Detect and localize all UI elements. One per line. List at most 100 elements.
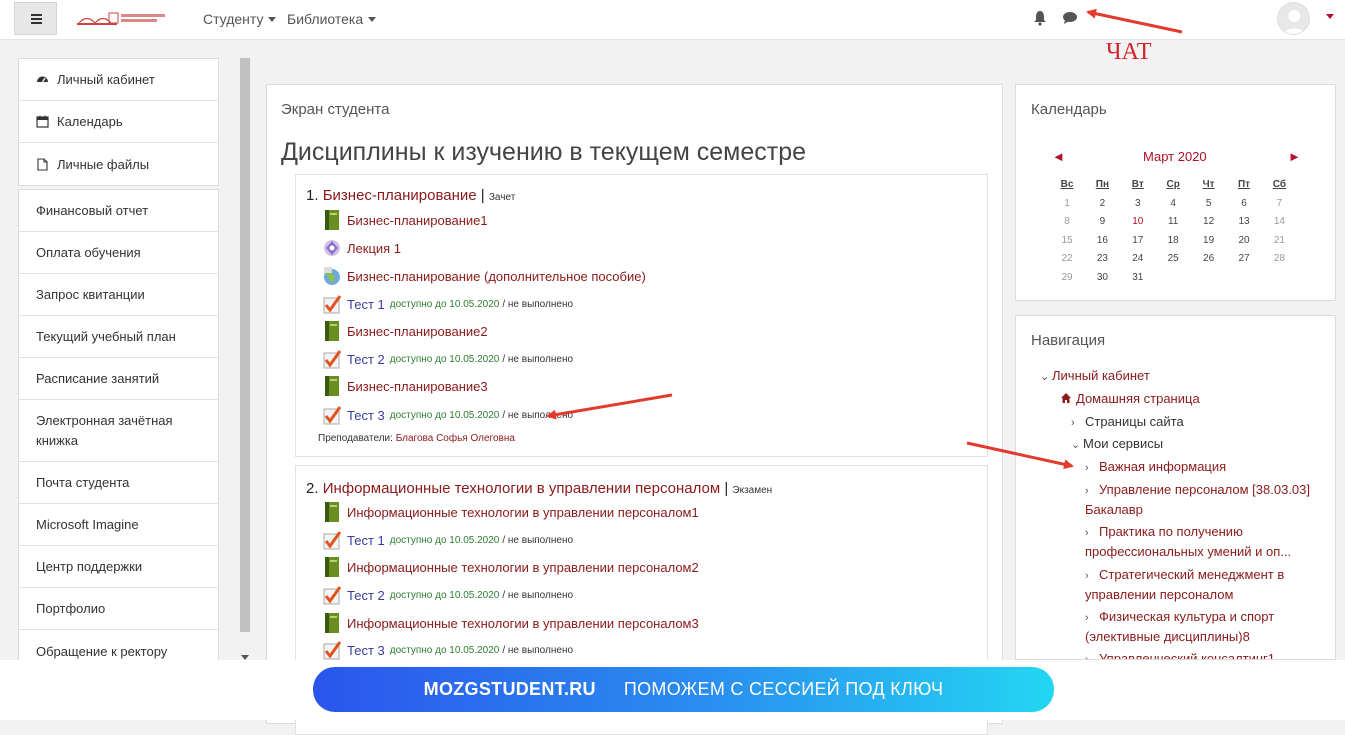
activity-link[interactable]: Бизнес-планирование1 (347, 213, 488, 228)
activity-quiz[interactable]: Тест 1 доступно до 10.05.2020 / не выпол… (322, 528, 573, 552)
chevron-right-icon[interactable]: › (1071, 413, 1083, 433)
activity-quiz[interactable]: Тест 3 доступно до 10.05.2020 / не выпол… (322, 638, 573, 662)
activity-link[interactable]: Бизнес-планирование2 (347, 324, 488, 339)
sidebar-item-portfolio[interactable]: Портфолио (19, 588, 218, 630)
activity-link[interactable]: Информационные технологии в управлении п… (347, 560, 699, 575)
sidebar-item-files[interactable]: Личные файлы (19, 143, 218, 185)
calendar-day[interactable]: 1 (1050, 198, 1084, 209)
calendar-day[interactable]: 14 (1262, 216, 1296, 227)
nav-tree-item[interactable]: › Практика по получению (1085, 522, 1243, 543)
calendar-day[interactable]: 26 (1192, 253, 1226, 264)
nav-menu-students[interactable]: Студенту (203, 11, 277, 27)
calendar-day[interactable]: 17 (1121, 235, 1155, 246)
teacher-name-link[interactable]: Благова Софья Олеговна (396, 433, 515, 444)
calendar-day[interactable]: 29 (1050, 272, 1084, 283)
activity-book[interactable]: Информационные технологии в управлении п… (322, 555, 699, 579)
nav-tree-item[interactable]: › Физическая культура и спорт (1085, 607, 1274, 628)
activity-book[interactable]: Информационные технологии в управлении п… (322, 611, 699, 635)
calendar-day[interactable]: 30 (1085, 272, 1119, 283)
activity-quiz[interactable]: Тест 3 доступно до 10.05.2020 / не выпол… (322, 403, 573, 427)
calendar-day[interactable]: 22 (1050, 253, 1084, 264)
activity-link[interactable]: Лекция 1 (347, 241, 401, 256)
user-avatar[interactable] (1277, 2, 1310, 35)
activity-quiz[interactable]: Тест 2 доступно до 10.05.2020 / не выпол… (322, 583, 573, 607)
calendar-day[interactable]: 19 (1192, 235, 1226, 246)
activity-book[interactable]: Информационные технологии в управлении п… (322, 500, 699, 524)
course-name-link[interactable]: Бизнес-планирование (323, 187, 477, 204)
activity-link[interactable]: Информационные технологии в управлении п… (347, 616, 699, 631)
chevron-down-icon[interactable]: ⌄ (1040, 367, 1052, 387)
calendar-day[interactable]: 21 (1262, 235, 1296, 246)
chevron-right-icon[interactable]: › (1085, 458, 1097, 478)
sidebar-item-receipt-request[interactable]: Запрос квитанции (19, 274, 218, 316)
activity-link[interactable]: Бизнес-планирование (дополнительное посо… (347, 269, 646, 284)
course-name-link[interactable]: Информационные технологии в управлении п… (323, 480, 720, 497)
activity-quiz[interactable]: Тест 2 доступно до 10.05.2020 / не выпол… (322, 347, 573, 371)
calendar-day[interactable]: 8 (1050, 216, 1084, 227)
sidebar-scrollbar-thumb[interactable] (240, 58, 250, 632)
chevron-right-icon[interactable]: › (1085, 566, 1097, 586)
hamburger-menu-button[interactable] (14, 2, 57, 35)
calendar-day[interactable]: 5 (1192, 198, 1226, 209)
activity-link[interactable]: Тест 1 (347, 297, 385, 312)
activity-book[interactable]: Бизнес-планирование3 (322, 374, 488, 398)
calendar-day[interactable]: 24 (1121, 253, 1155, 264)
calendar-day[interactable]: 12 (1192, 216, 1226, 227)
activity-link[interactable]: Тест 3 (347, 643, 385, 658)
activity-resource[interactable]: Бизнес-планирование (дополнительное посо… (322, 264, 646, 288)
nav-tree-item[interactable]: ⌄ Личный кабинет (1040, 366, 1150, 387)
chevron-right-icon[interactable]: › (1085, 650, 1097, 659)
calendar-day[interactable]: 10 (1121, 216, 1155, 227)
calendar-day[interactable]: 13 (1227, 216, 1261, 227)
calendar-day[interactable]: 3 (1121, 198, 1155, 209)
calendar-day[interactable]: 6 (1227, 198, 1261, 209)
activity-link[interactable]: Информационные технологии в управлении п… (347, 505, 699, 520)
calendar-next-month-button[interactable]: ► (1288, 149, 1301, 164)
calendar-prev-month-button[interactable]: ◄ (1052, 149, 1065, 164)
sidebar-item-student-mail[interactable]: Почта студента (19, 462, 218, 504)
nav-tree-item[interactable]: › Страницы сайта (1071, 412, 1184, 433)
activity-link[interactable]: Тест 1 (347, 533, 385, 548)
bell-icon[interactable] (1033, 10, 1047, 26)
calendar-day[interactable]: 18 (1156, 235, 1190, 246)
calendar-day[interactable]: 27 (1227, 253, 1261, 264)
chevron-right-icon[interactable]: › (1085, 481, 1097, 501)
activity-book[interactable]: Бизнес-планирование2 (322, 319, 488, 343)
calendar-day[interactable]: 15 (1050, 235, 1084, 246)
nav-tree-item[interactable]: ⌄ Мои сервисы (1071, 434, 1163, 455)
calendar-day[interactable]: 7 (1262, 198, 1296, 209)
sidebar-item-support[interactable]: Центр поддержки (19, 546, 218, 588)
user-menu-caret-icon[interactable] (1326, 14, 1334, 19)
nav-tree-item[interactable]: › Важная информация (1085, 457, 1226, 478)
university-logo[interactable] (75, 10, 170, 30)
sidebar-item-finance-report[interactable]: Финансовый отчет (19, 190, 218, 232)
chevron-right-icon[interactable]: › (1085, 523, 1097, 543)
calendar-day[interactable]: 28 (1262, 253, 1296, 264)
activity-link[interactable]: Тест 3 (347, 408, 385, 423)
nav-tree-item[interactable]: › Стратегический менеджмент в (1085, 565, 1284, 586)
calendar-day[interactable]: 31 (1121, 272, 1155, 283)
activity-link[interactable]: Тест 2 (347, 352, 385, 367)
calendar-month-label[interactable]: Март 2020 (1143, 149, 1207, 164)
chevron-right-icon[interactable]: › (1085, 608, 1097, 628)
activity-lecture[interactable]: Лекция 1 (322, 236, 401, 260)
nav-tree-item[interactable]: › Управленческий консалтинг1 (1085, 649, 1275, 659)
sidebar-item-study-plan[interactable]: Текущий учебный план (19, 316, 218, 358)
nav-menu-library[interactable]: Библиотека (287, 11, 377, 27)
sidebar-item-dashboard[interactable]: Личный кабинет (19, 59, 218, 101)
sidebar-item-tuition-payment[interactable]: Оплата обучения (19, 232, 218, 274)
promo-banner[interactable]: MOZGSTUDENT.RU ПОМОЖЕМ С СЕССИЕЙ ПОД КЛЮ… (313, 667, 1054, 712)
activity-book[interactable]: Бизнес-планирование1 (322, 208, 488, 232)
sidebar-item-schedule[interactable]: Расписание занятий (19, 358, 218, 400)
calendar-day[interactable]: 9 (1085, 216, 1119, 227)
calendar-day[interactable]: 20 (1227, 235, 1261, 246)
activity-link[interactable]: Тест 2 (347, 588, 385, 603)
chevron-down-icon[interactable]: ⌄ (1071, 435, 1083, 455)
nav-tree-item[interactable]: › Управление персоналом [38.03.03] (1085, 480, 1310, 501)
activity-link[interactable]: Бизнес-планирование3 (347, 379, 488, 394)
calendar-day[interactable]: 16 (1085, 235, 1119, 246)
calendar-day[interactable]: 23 (1085, 253, 1119, 264)
sidebar-item-microsoft-imagine[interactable]: Microsoft Imagine (19, 504, 218, 546)
activity-quiz[interactable]: Тест 1 доступно до 10.05.2020 / не выпол… (322, 292, 573, 316)
sidebar-item-calendar[interactable]: Календарь (19, 101, 218, 143)
